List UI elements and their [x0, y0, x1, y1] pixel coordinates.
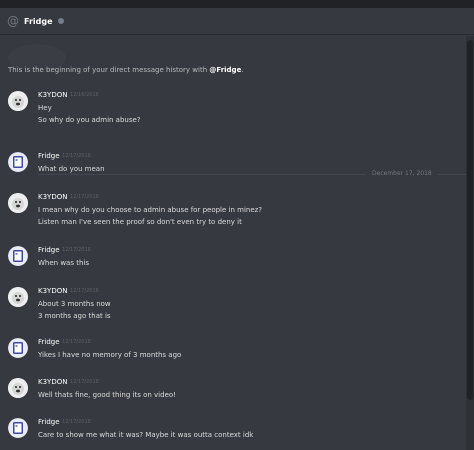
- message-group: Fridge 12/17/2018 What do you mean: [0, 152, 466, 192]
- timestamp: 12/17/2018: [62, 247, 91, 253]
- channel-header: @ Fridge: [0, 8, 474, 35]
- message-group: Fridge 12/17/2018 Care to show me what i…: [0, 418, 466, 450]
- user-avatar[interactable]: [8, 338, 28, 358]
- dm-recipient-name[interactable]: Fridge: [24, 17, 53, 26]
- message-text: When was this: [38, 259, 89, 267]
- user-avatar[interactable]: [8, 91, 28, 111]
- message-text: Care to show me what it was? Maybe it wa…: [38, 431, 254, 439]
- username[interactable]: K3YDON: [38, 91, 67, 99]
- user-avatar[interactable]: [8, 287, 28, 307]
- username[interactable]: Fridge: [38, 246, 60, 254]
- timestamp: 12/17/2018: [70, 288, 99, 294]
- message-text: Well thats fine, good thing its on video…: [38, 391, 176, 399]
- timestamp: 12/17/2018: [62, 419, 91, 425]
- user-avatar[interactable]: [8, 378, 28, 398]
- timestamp: 12/17/2018: [62, 153, 91, 159]
- user-avatar[interactable]: [8, 152, 28, 172]
- message-text: So why do you admin abuse?: [38, 116, 141, 124]
- username[interactable]: Fridge: [38, 338, 60, 346]
- message-text: Yikes I have no memory of 3 months ago: [38, 351, 182, 359]
- message-text: Listen man I've seen the proof so don't …: [38, 218, 242, 226]
- message-list[interactable]: This is the beginning of your direct mes…: [0, 36, 466, 450]
- history-intro-text: This is the beginning of your direct mes…: [8, 66, 244, 74]
- message-group: K3YDON 12/17/2018 About 3 months now 3 m…: [0, 287, 466, 327]
- username[interactable]: Fridge: [38, 418, 60, 426]
- title-strip: [0, 0, 474, 8]
- message-group: Fridge 12/17/2018 When was this: [0, 246, 466, 286]
- user-avatar[interactable]: [8, 246, 28, 266]
- timestamp: 12/17/2018: [62, 339, 91, 345]
- user-avatar[interactable]: [8, 193, 28, 213]
- message-text: I mean why do you choose to admin abuse …: [38, 206, 263, 214]
- message-text: About 3 months now: [38, 300, 111, 308]
- message-group: Fridge 12/17/2018 Yikes I have no memory…: [0, 338, 466, 378]
- message-group: K3YDON 12/17/2018 Well thats fine, good …: [0, 378, 466, 418]
- message-text: 3 months ago that is: [38, 312, 111, 320]
- at-sign-icon: @: [7, 14, 19, 28]
- scrollbar-thumb[interactable]: [467, 40, 473, 400]
- offline-status-icon: [57, 18, 64, 24]
- timestamp: 12/16/2018: [70, 92, 99, 98]
- message-group: K3YDON 12/16/2018 Hey So why do you admi…: [0, 91, 466, 131]
- message-text: Hey: [38, 104, 52, 112]
- user-avatar[interactable]: [8, 418, 28, 438]
- dm-window: @ Fridge This is the beginning of your d…: [0, 0, 474, 450]
- timestamp: 12/17/2018: [70, 379, 99, 385]
- message-text: What do you mean: [38, 165, 105, 173]
- timestamp: 12/17/2018: [70, 194, 99, 200]
- username[interactable]: K3YDON: [38, 193, 67, 201]
- username[interactable]: Fridge: [38, 152, 60, 160]
- intro-mention[interactable]: @Fridge: [209, 66, 241, 74]
- message-group: K3YDON 12/17/2018 I mean why do you choo…: [0, 193, 466, 233]
- username[interactable]: K3YDON: [38, 287, 67, 295]
- username[interactable]: K3YDON: [38, 378, 67, 386]
